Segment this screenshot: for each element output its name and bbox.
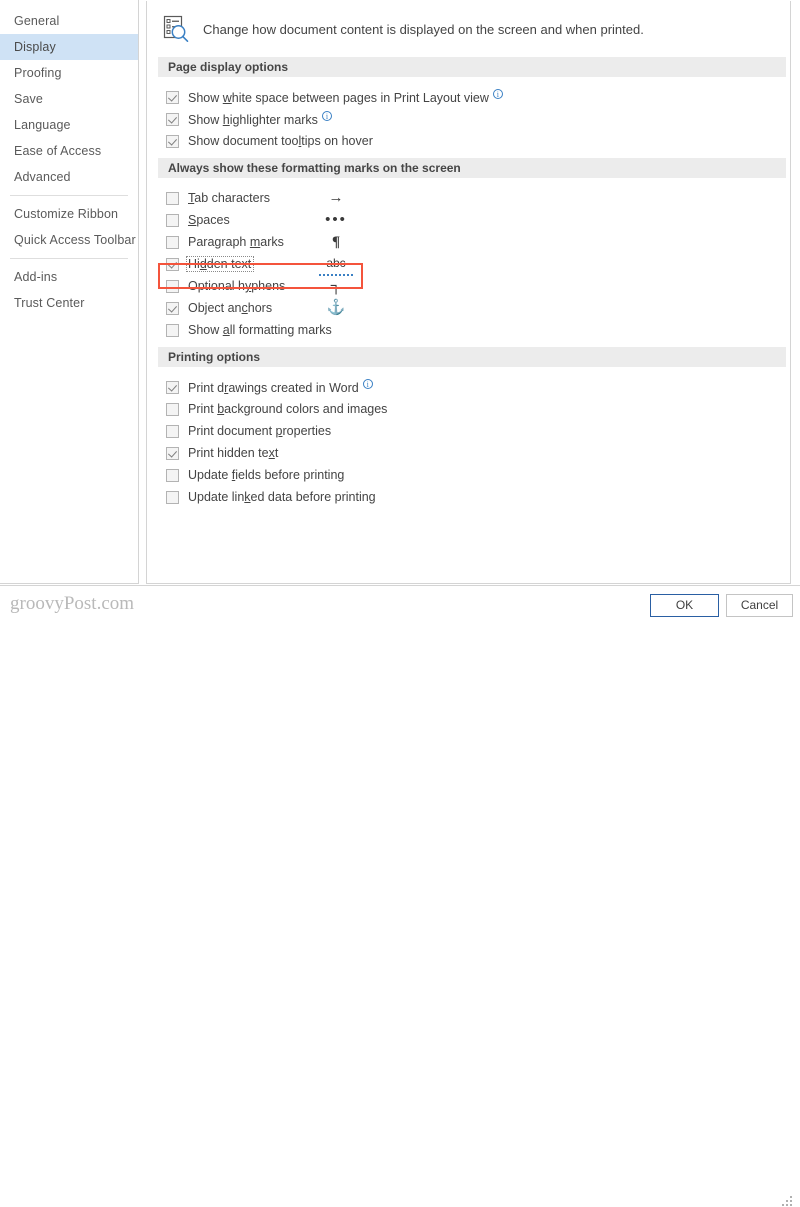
option-label: Show white space between pages in Print …	[188, 88, 503, 105]
section-body: Print drawings created in Word i Print bac…	[147, 367, 790, 514]
object-anchor-mark: ⚓	[326, 299, 346, 316]
option-label: Paragraph marks	[188, 235, 284, 249]
info-icon[interactable]: i	[362, 378, 373, 389]
section-header-always-show-these-formatting-marks-on-th: Always show these formatting marks on th…	[158, 158, 786, 178]
checkbox-show-highlighter-marks[interactable]	[166, 112, 179, 126]
sidebar-item-ease-of-access[interactable]: Ease of Access	[0, 138, 138, 164]
word-options-dialog: General Display Proofing Save Language Ease o…	[0, 0, 800, 1206]
section-body: Tab characters → Spaces ••• Paragraph marks ¶…	[147, 178, 790, 347]
document-display-search-icon	[161, 14, 191, 44]
optional-hyphen-mark: ┐	[330, 277, 342, 294]
option-row-show-all-formatting-marks[interactable]: Show all formatting marks	[166, 319, 790, 341]
sidebar-item-quick-access-toolbar[interactable]: Quick Access Toolbar	[0, 227, 138, 253]
option-label: Optional hyphens	[188, 279, 286, 293]
sidebar-separator	[10, 258, 128, 259]
section-body: Show white space between pages in Print …	[147, 77, 790, 158]
option-label: Object anchors	[188, 301, 273, 315]
checkbox-print-drawings-created-in-word[interactable]	[166, 380, 179, 394]
ok-button[interactable]: OK	[650, 594, 719, 617]
option-label: Spaces	[188, 213, 230, 227]
option-row-print-hidden-text[interactable]: Print hidden text	[166, 442, 790, 464]
sidebar-item-proofing[interactable]: Proofing	[0, 60, 138, 86]
option-row-update-fields-before-printing[interactable]: Update fields before printing	[166, 464, 790, 486]
option-label: Print background colors and images	[188, 402, 388, 416]
sidebar-item-general[interactable]: General	[0, 8, 138, 34]
panel-header: Change how document content is displayed…	[147, 1, 790, 57]
option-label: Update fields before printing	[188, 468, 345, 482]
option-row-hidden-text[interactable]: Hidden text abc	[166, 252, 790, 276]
tab-arrow-mark: →	[328, 189, 344, 206]
option-row-update-linked-data-before-printing[interactable]: Update linked data before printing	[166, 486, 790, 508]
option-label: Print document properties	[188, 424, 332, 438]
checkbox-object-anchors[interactable]	[166, 301, 179, 315]
option-label: Print hidden text	[188, 446, 279, 460]
sidebar-item-language[interactable]: Language	[0, 112, 138, 138]
space-dots-mark: •••	[325, 211, 347, 228]
option-label: Update linked data before printing	[188, 490, 376, 504]
info-icon[interactable]: i	[492, 88, 503, 99]
options-category-list: General Display Proofing Save Language Ease o…	[0, 0, 139, 584]
option-row-paragraph-marks[interactable]: Paragraph marks ¶	[166, 231, 790, 253]
option-label: Print drawings created in Word i	[188, 378, 373, 395]
pilcrow-mark: ¶	[331, 234, 341, 250]
settings-sections: Page display options Show white space bet…	[147, 57, 790, 514]
sidebar-item-save[interactable]: Save	[0, 86, 138, 112]
checkbox-paragraph-marks[interactable]	[166, 235, 179, 249]
checkbox-update-linked-data-before-printing[interactable]	[166, 490, 179, 504]
option-row-print-drawings-created-in-word[interactable]: Print drawings created in Word i	[166, 376, 790, 398]
checkbox-tab-characters[interactable]	[166, 191, 179, 205]
panel-description: Change how document content is displayed…	[203, 21, 644, 37]
option-row-print-background-colors-and-images[interactable]: Print background colors and images	[166, 398, 790, 420]
option-row-tab-characters[interactable]: Tab characters →	[166, 187, 790, 209]
section-header-page-display-options: Page display options	[158, 57, 786, 77]
sidebar-item-add-ins[interactable]: Add-ins	[0, 264, 138, 290]
option-row-optional-hyphens[interactable]: Optional hyphens ┐	[166, 275, 790, 297]
sidebar-item-trust-center[interactable]: Trust Center	[0, 290, 138, 316]
hidden-text-abc-mark: abc	[319, 252, 353, 276]
watermark: groovyPost.com	[10, 593, 135, 614]
option-label: Hidden text	[186, 256, 255, 272]
section-header-printing-options: Printing options	[158, 347, 786, 367]
checkbox-optional-hyphens[interactable]	[166, 279, 179, 293]
sidebar-item-customize-ribbon[interactable]: Customize Ribbon	[0, 201, 138, 227]
option-label: Tab characters	[188, 191, 270, 205]
dialog-footer: groovyPost.com OK Cancel	[0, 585, 800, 1206]
info-icon[interactable]: i	[321, 110, 332, 121]
option-row-print-document-properties[interactable]: Print document properties	[166, 420, 790, 442]
option-row-show-highlighter-marks[interactable]: Show highlighter marks i	[166, 108, 790, 130]
checkbox-show-all-formatting-marks[interactable]	[166, 323, 179, 337]
sidebar-item-display[interactable]: Display	[0, 34, 138, 60]
checkbox-print-background-colors-and-images[interactable]	[166, 402, 179, 416]
checkbox-print-document-properties[interactable]	[166, 424, 179, 438]
checkbox-spaces[interactable]	[166, 213, 179, 227]
display-options-panel: Change how document content is displayed…	[146, 1, 791, 584]
option-label: Show all formatting marks	[188, 323, 332, 337]
checkbox-show-document-tooltips-on-hover[interactable]	[166, 134, 179, 148]
resize-grip[interactable]	[782, 1196, 793, 1207]
checkbox-update-fields-before-printing[interactable]	[166, 468, 179, 482]
option-row-show-white-space-between-pages-in-print-la[interactable]: Show white space between pages in Print …	[166, 86, 790, 108]
checkbox-show-white-space-between-pages-in-print-la[interactable]	[166, 90, 179, 104]
checkbox-hidden-text[interactable]	[166, 257, 179, 271]
option-row-show-document-tooltips-on-hover[interactable]: Show document tooltips on hover	[166, 130, 790, 152]
sidebar-separator	[10, 195, 128, 196]
option-row-spaces[interactable]: Spaces •••	[166, 209, 790, 231]
cancel-button[interactable]: Cancel	[726, 594, 793, 617]
option-label: Show highlighter marks i	[188, 110, 332, 127]
sidebar-item-advanced[interactable]: Advanced	[0, 164, 138, 190]
checkbox-print-hidden-text[interactable]	[166, 446, 179, 460]
option-row-object-anchors[interactable]: Object anchors ⚓	[166, 297, 790, 319]
option-label: Show document tooltips on hover	[188, 134, 373, 148]
